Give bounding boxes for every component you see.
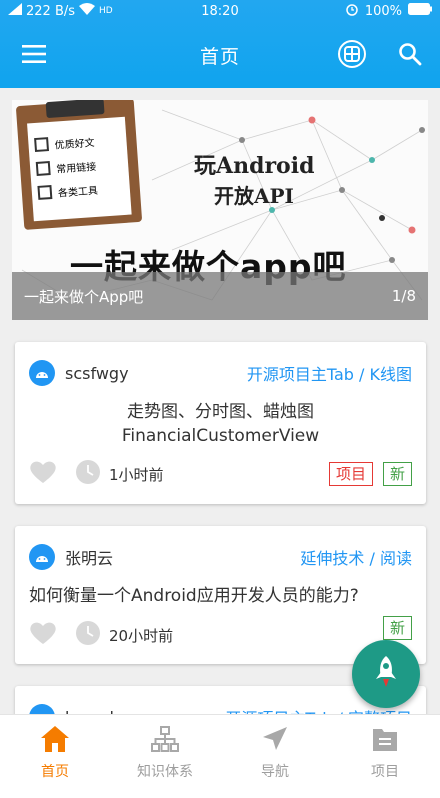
nav-label: 项目 bbox=[371, 764, 399, 780]
rocket-icon bbox=[372, 655, 400, 693]
banner-caption-bar: 一起来做个App吧 1/8 bbox=[12, 272, 428, 320]
banner-caption: 一起来做个App吧 bbox=[24, 287, 144, 306]
nav-label: 导航 bbox=[261, 764, 289, 780]
website-button[interactable] bbox=[334, 38, 370, 74]
alarm-icon bbox=[345, 2, 359, 20]
tree-icon bbox=[150, 725, 180, 757]
tag-new: 新 bbox=[382, 616, 412, 640]
signal-icon bbox=[8, 3, 22, 19]
article-title: 如何衡量一个Android应用开发人员的能力? bbox=[29, 586, 359, 606]
search-icon bbox=[398, 42, 422, 70]
banner-page-indicator: 1/8 bbox=[391, 287, 416, 305]
wifi-icon bbox=[79, 3, 96, 19]
battery-icon bbox=[407, 3, 432, 19]
checkbox-icon bbox=[34, 137, 50, 153]
scroll-top-fab[interactable] bbox=[352, 640, 420, 708]
nav-item-project[interactable]: 项目 bbox=[330, 715, 440, 798]
clipboard-item: 优质好文 bbox=[54, 137, 95, 152]
article-title-line1: 走势图、分时图、蜡烛图 bbox=[127, 402, 314, 422]
article-title: 走势图、分时图、蜡烛图 FinancialCustomerView bbox=[29, 400, 412, 448]
clipboard-item: 各类工具 bbox=[57, 185, 99, 200]
nav-item-knowledge[interactable]: 知识体系 bbox=[110, 715, 220, 798]
clipboard-item: 常用链接 bbox=[55, 161, 97, 176]
clipboard-illustration: 优质好文 常用链接 各类工具 bbox=[15, 100, 143, 230]
battery-percent: 100% bbox=[364, 3, 402, 19]
home-icon bbox=[40, 725, 70, 757]
article-time: 1小时前 bbox=[109, 465, 164, 484]
globe-icon bbox=[337, 39, 367, 73]
android-avatar-icon bbox=[29, 360, 55, 386]
bottom-navigation: 首页 知识体系 导航 项目 bbox=[0, 714, 440, 798]
search-button[interactable] bbox=[392, 38, 428, 74]
hd-icon: HD bbox=[99, 6, 113, 16]
checkbox-icon bbox=[35, 161, 51, 176]
article-time: 20小时前 bbox=[109, 626, 174, 645]
network-speed: 222 B/s bbox=[26, 3, 76, 19]
banner-carousel[interactable]: 优质好文 常用链接 各类工具 玩Android 开放API 一起来做个app吧 … bbox=[12, 100, 428, 320]
project-icon bbox=[370, 725, 400, 757]
article-author: 张明云 bbox=[65, 549, 114, 568]
nav-label: 知识体系 bbox=[137, 764, 193, 780]
checkbox-icon bbox=[37, 184, 53, 200]
toolbar: 首页 bbox=[0, 22, 440, 88]
clock-icon bbox=[75, 620, 101, 650]
banner-heading-line2: 开放API bbox=[214, 184, 294, 208]
status-time: 18:20 bbox=[201, 3, 239, 19]
navigation-icon bbox=[260, 725, 290, 757]
status-bar: 222 B/s HD 18:20 100% bbox=[0, 0, 440, 22]
nav-label: 首页 bbox=[41, 764, 69, 780]
tag-project: 项目 bbox=[328, 462, 373, 486]
article-chapter[interactable]: 开源项目主Tab / K线图 bbox=[247, 361, 412, 385]
clock-icon bbox=[75, 459, 101, 489]
article-title-line2: FinancialCustomerView bbox=[121, 426, 320, 446]
like-heart-icon[interactable] bbox=[29, 460, 57, 488]
article-author: scsfwgy bbox=[65, 363, 129, 383]
article-chapter[interactable]: 延伸技术 / 阅读 bbox=[300, 545, 412, 569]
tag-new: 新 bbox=[382, 462, 412, 486]
app-bar: 222 B/s HD 18:20 100% 首页 bbox=[0, 0, 440, 88]
banner-heading-line1: 玩Android bbox=[194, 153, 315, 179]
nav-item-home[interactable]: 首页 bbox=[0, 715, 110, 798]
nav-item-navigation[interactable]: 导航 bbox=[220, 715, 330, 798]
article-card[interactable]: 张明云 延伸技术 / 阅读 如何衡量一个Android应用开发人员的能力? 20… bbox=[15, 526, 426, 664]
article-card[interactable]: scsfwgy 开源项目主Tab / K线图 走势图、分时图、蜡烛图 Finan… bbox=[15, 342, 426, 504]
android-avatar-icon bbox=[29, 544, 55, 570]
page-title: 首页 bbox=[199, 45, 240, 68]
like-heart-icon[interactable] bbox=[29, 621, 57, 649]
